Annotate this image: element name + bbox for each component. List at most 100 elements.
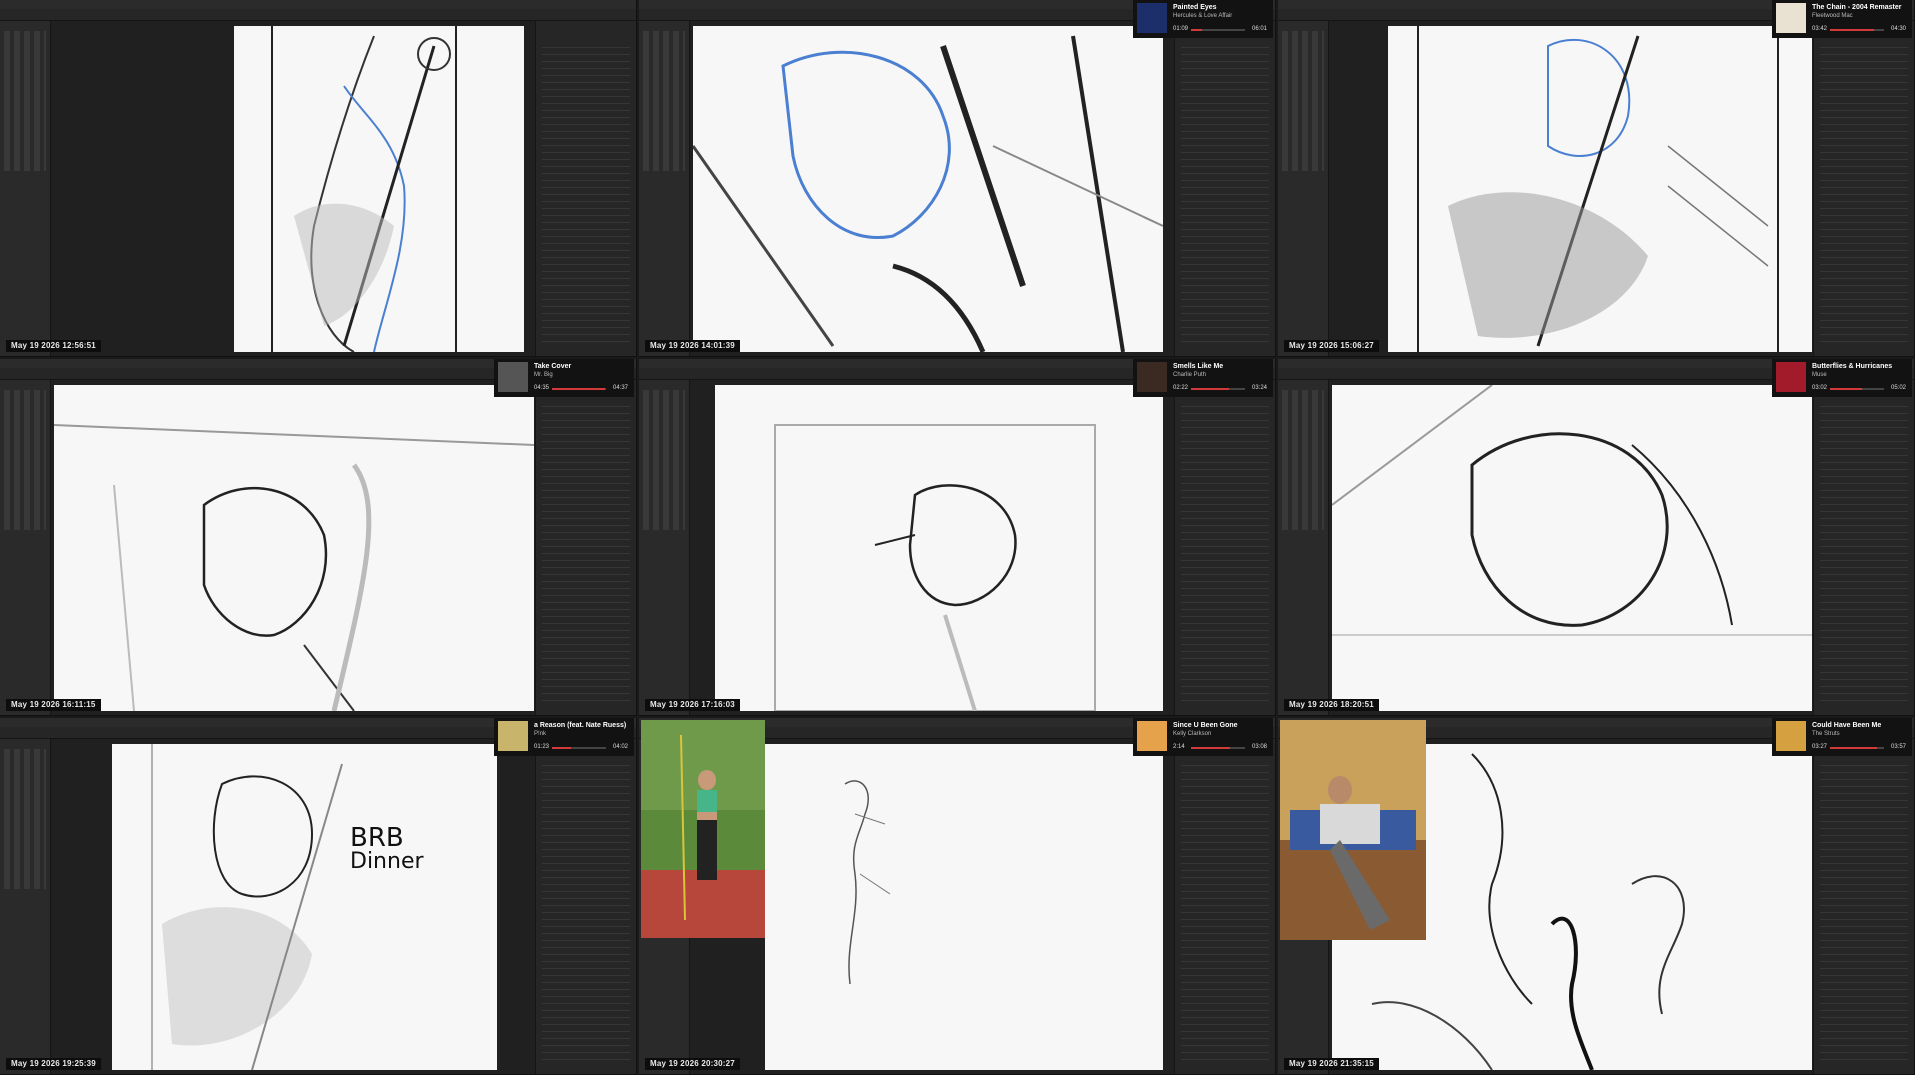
- album-art: [498, 362, 528, 392]
- drawing-canvas[interactable]: [715, 385, 1163, 711]
- drawing-canvas[interactable]: [765, 744, 1163, 1070]
- now-playing: The Chain - 2004 Remaster Fleetwood Mac …: [1772, 0, 1912, 38]
- layer-list[interactable]: [1181, 41, 1269, 346]
- timestamp: May 19 2026 14:01:39: [645, 340, 740, 352]
- stream-collage: May 19 2026 12:56:51 Painted Eyes Hercul…: [0, 0, 1915, 1075]
- song-artist: Muse: [1812, 372, 1827, 378]
- sketch-figure: [774, 424, 1096, 711]
- drawing-canvas[interactable]: [693, 26, 1163, 352]
- progress-bar: [1830, 388, 1884, 390]
- song-title: Take Cover: [534, 363, 572, 370]
- now-playing: Painted Eyes Hercules & Love Affair 01:0…: [1133, 0, 1273, 38]
- duration: 03:08: [1251, 744, 1267, 750]
- layer-list[interactable]: [1181, 759, 1269, 1064]
- tool-icons[interactable]: [643, 31, 685, 171]
- layer-panel[interactable]: [1174, 739, 1275, 1074]
- song-title: Could Have Been Me: [1812, 722, 1882, 729]
- album-art: [498, 721, 528, 751]
- tool-icons[interactable]: [1282, 31, 1324, 171]
- layer-list[interactable]: [1820, 41, 1908, 346]
- note-line-2: Dinner: [350, 849, 424, 874]
- tool-palette[interactable]: [0, 739, 51, 1074]
- tool-icons[interactable]: [4, 390, 46, 530]
- layer-panel[interactable]: [1813, 739, 1914, 1074]
- progress-bar: [1830, 29, 1884, 31]
- tool-icons[interactable]: [4, 749, 46, 889]
- drawing-canvas[interactable]: [234, 26, 524, 352]
- elapsed-time: 03:27: [1812, 744, 1828, 750]
- song-title: a Reason (feat. Nate Ruess): [534, 722, 627, 729]
- tool-palette[interactable]: [0, 21, 51, 356]
- now-playing: Butterflies & Hurricanes Muse 03:02 05:0…: [1772, 359, 1912, 397]
- drawing-canvas[interactable]: [54, 385, 534, 711]
- tool-palette[interactable]: [639, 21, 690, 356]
- tool-palette[interactable]: [0, 380, 51, 715]
- reference-photo-image: [1280, 720, 1426, 940]
- layer-panel[interactable]: [1174, 380, 1275, 715]
- drawing-canvas[interactable]: BRB Dinner: [112, 744, 497, 1070]
- timestamp: May 19 2026 21:35:15: [1284, 1058, 1379, 1070]
- duration: 05:02: [1890, 385, 1906, 391]
- now-playing: a Reason (feat. Nate Ruess) P!nk 01:23 0…: [494, 718, 634, 756]
- panel-2: Painted Eyes Hercules & Love Affair 01:0…: [639, 0, 1276, 357]
- layer-panel[interactable]: [535, 739, 636, 1074]
- panel-6: Butterflies & Hurricanes Muse 03:02 05:0…: [1278, 359, 1915, 716]
- layer-panel[interactable]: [1813, 380, 1914, 715]
- gesture-sketch: [844, 780, 891, 985]
- song-artist: Mr. Big: [534, 372, 553, 378]
- song-artist: Kelly Clarkson: [1173, 731, 1212, 737]
- layer-panel[interactable]: [535, 21, 636, 356]
- progress-bar: [1191, 29, 1245, 31]
- duration: 04:02: [612, 744, 628, 750]
- layer-list[interactable]: [542, 41, 630, 346]
- layer-list[interactable]: [1820, 759, 1908, 1064]
- layer-list[interactable]: [1820, 400, 1908, 705]
- panel-7: BRB Dinner a Reason (feat. Nate Ruess) P…: [0, 718, 637, 1075]
- song-artist: P!nk: [534, 731, 547, 737]
- album-art: [1137, 3, 1167, 33]
- sketch-figure: [54, 424, 534, 711]
- progress-bar: [1830, 747, 1884, 749]
- now-playing: Since U Been Gone Kelly Clarkson 2:14 03…: [1133, 718, 1273, 756]
- menu-bar[interactable]: [0, 0, 636, 9]
- now-playing: Could Have Been Me The Struts 03:27 03:5…: [1772, 718, 1912, 756]
- duration: 06:01: [1251, 26, 1267, 32]
- sketch-figure: [693, 35, 1163, 352]
- album-art: [1776, 3, 1806, 33]
- tool-icons[interactable]: [1282, 390, 1324, 530]
- layer-list[interactable]: [542, 400, 630, 705]
- sketch-figure: [1332, 385, 1812, 636]
- tool-palette[interactable]: [1278, 380, 1329, 715]
- elapsed-time: 03:42: [1812, 26, 1828, 32]
- tool-palette[interactable]: [1278, 21, 1329, 356]
- elapsed-time: 01:23: [534, 744, 550, 750]
- tool-palette[interactable]: [639, 380, 690, 715]
- duration: 04:30: [1890, 26, 1906, 32]
- sketch-figure: [151, 744, 343, 1070]
- layer-list[interactable]: [1181, 400, 1269, 705]
- layer-list[interactable]: [542, 759, 630, 1064]
- brb-note: BRB Dinner: [350, 825, 424, 874]
- song-title: Since U Been Gone: [1173, 722, 1238, 729]
- layer-panel[interactable]: [535, 380, 636, 715]
- now-playing: Smells Like Me Charlie Puth 02:22 03:24: [1133, 359, 1273, 397]
- song-artist: Fleetwood Mac: [1812, 13, 1853, 19]
- elapsed-time: 04:35: [534, 385, 550, 391]
- panel-8: Since U Been Gone Kelly Clarkson 2:14 03…: [639, 718, 1276, 1075]
- toolbar[interactable]: [0, 9, 636, 21]
- timestamp: May 19 2026 15:06:27: [1284, 340, 1379, 352]
- progress-bar: [552, 747, 606, 749]
- drawing-canvas[interactable]: [1388, 26, 1812, 352]
- tool-icons[interactable]: [643, 390, 685, 530]
- song-title: Painted Eyes: [1173, 4, 1217, 11]
- tool-icons[interactable]: [4, 31, 46, 171]
- album-art: [1137, 721, 1167, 751]
- drawing-canvas[interactable]: [1332, 385, 1812, 711]
- layer-panel[interactable]: [1813, 21, 1914, 356]
- album-art: [1137, 362, 1167, 392]
- panel-1: May 19 2026 12:56:51: [0, 0, 637, 357]
- timestamp: May 19 2026 18:20:51: [1284, 699, 1379, 711]
- duration: 03:57: [1890, 744, 1906, 750]
- album-art: [1776, 721, 1806, 751]
- layer-panel[interactable]: [1174, 21, 1275, 356]
